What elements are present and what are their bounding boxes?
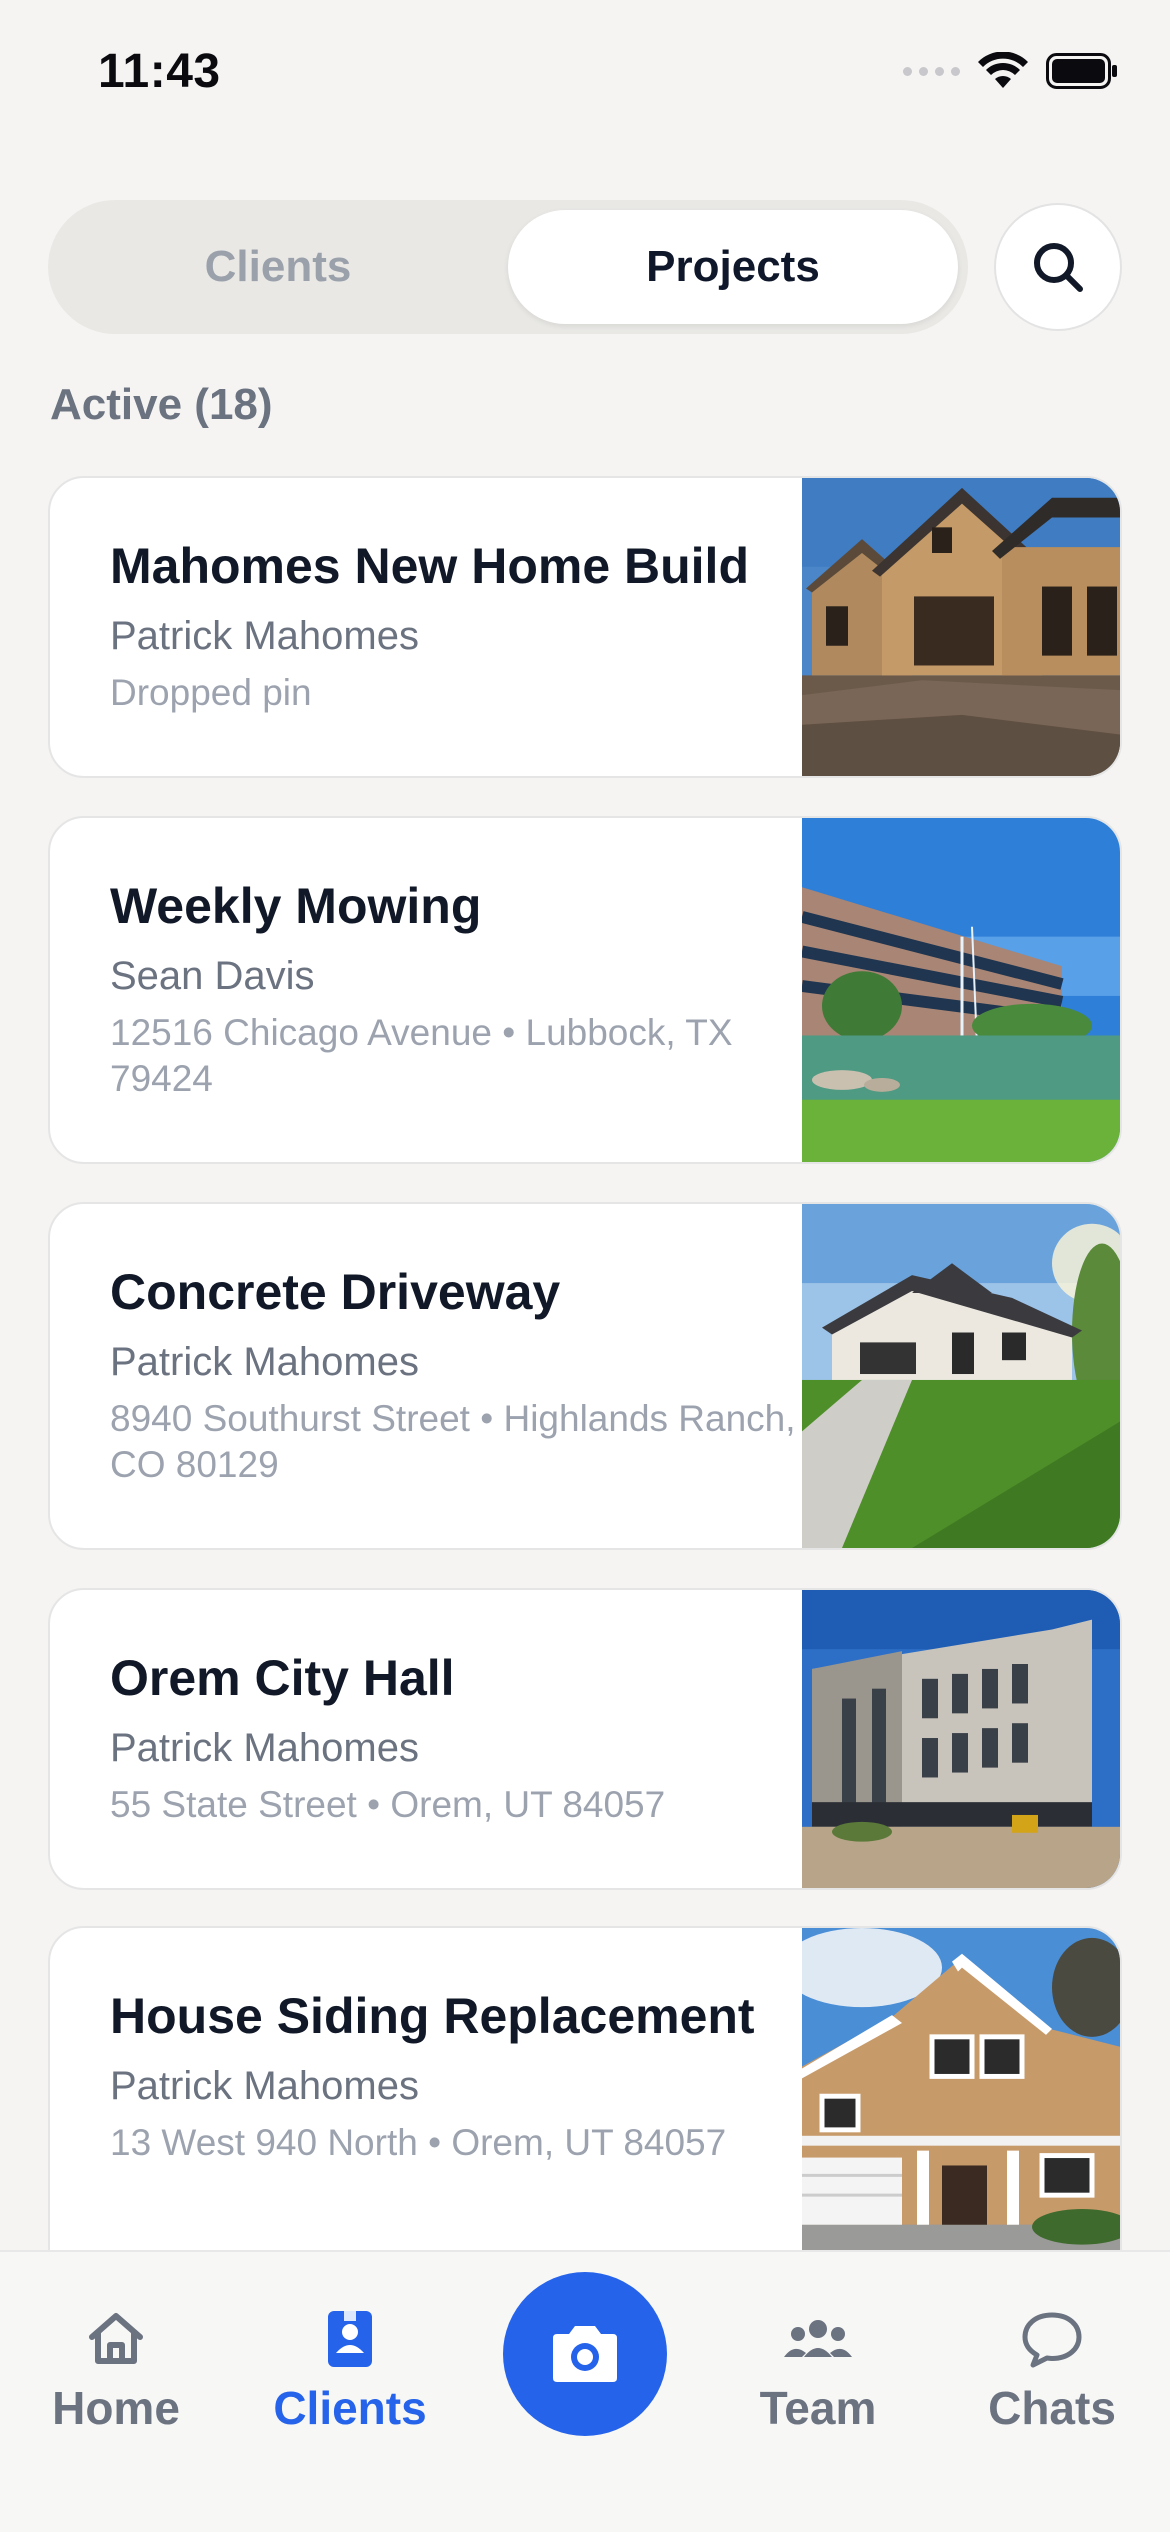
- wifi-icon: [978, 52, 1028, 88]
- project-card-text: House Siding Replacement Patrick Mahomes…: [110, 1986, 810, 2166]
- project-client: Sean Davis: [110, 954, 315, 998]
- project-address: 55 State Street • Orem, UT 84057: [110, 1784, 666, 1825]
- camera-icon: [553, 2326, 617, 2382]
- status-bar: 11:43: [0, 0, 1170, 140]
- project-card[interactable]: House Siding Replacement Patrick Mahomes…: [48, 1926, 1122, 2306]
- tab-clients[interactable]: Clients: [250, 2307, 450, 2435]
- battery-icon: [1046, 53, 1117, 89]
- project-card-text: Orem City Hall Patrick Mahomes 55 State …: [110, 1648, 810, 1828]
- home-icon: [89, 2313, 143, 2364]
- tab-chats-label: Chats: [988, 2382, 1116, 2434]
- active-section-label: Active (18): [50, 380, 273, 429]
- project-card[interactable]: Weekly Mowing Sean Davis 12516 Chicago A…: [48, 816, 1122, 1164]
- project-address: 12516 Chicago Avenue • Lubbock, TX 79424: [110, 1012, 733, 1100]
- status-icons: [903, 52, 1118, 90]
- cellular-signal-icon: [903, 66, 960, 76]
- project-photo-office-building-pond: [802, 818, 1120, 1162]
- project-card[interactable]: Mahomes New Home Build Patrick Mahomes D…: [48, 476, 1122, 778]
- project-card[interactable]: Concrete Driveway Patrick Mahomes 8940 S…: [48, 1202, 1122, 1550]
- project-client: Patrick Mahomes: [110, 2064, 419, 2108]
- project-address: 13 West 940 North • Orem, UT 84057: [110, 2122, 727, 2163]
- segment-projects[interactable]: Projects: [508, 210, 958, 324]
- project-title: Concrete Driveway: [110, 1264, 561, 1320]
- project-card-text: Mahomes New Home Build Patrick Mahomes D…: [110, 536, 810, 716]
- camera-button[interactable]: [503, 2272, 667, 2436]
- bottom-tab-bar: Home Clients Team Chats: [0, 2250, 1170, 2532]
- project-client: Patrick Mahomes: [110, 1340, 419, 1384]
- tab-team-label: Team: [759, 2382, 877, 2434]
- project-title: Weekly Mowing: [110, 878, 482, 934]
- contacts-book-icon: [328, 2311, 372, 2367]
- project-photo-house-under-construction: [802, 478, 1120, 776]
- tab-team[interactable]: Team: [718, 2307, 918, 2435]
- project-client: Patrick Mahomes: [110, 614, 419, 658]
- project-title: Mahomes New Home Build: [110, 538, 749, 594]
- search-button[interactable]: [994, 203, 1122, 331]
- project-card[interactable]: Orem City Hall Patrick Mahomes 55 State …: [48, 1588, 1122, 1890]
- clients-projects-segmented-control: Clients Projects: [48, 200, 968, 334]
- screen: 11:43 Clients Projects Active (18) Mahom…: [0, 0, 1170, 2532]
- tab-home-label: Home: [52, 2382, 180, 2434]
- project-address: 8940 Southurst Street • Highlands Ranch,…: [110, 1398, 796, 1486]
- chat-bubble-icon: [1022, 2312, 1082, 2368]
- project-client: Patrick Mahomes: [110, 1726, 419, 1770]
- segment-clients[interactable]: Clients: [58, 210, 498, 324]
- project-card-text: Concrete Driveway Patrick Mahomes 8940 S…: [110, 1262, 810, 1489]
- project-title: House Siding Replacement: [110, 1988, 755, 2044]
- project-photo-house-siding: [802, 1928, 1120, 2304]
- project-address: Dropped pin: [110, 672, 312, 713]
- status-time: 11:43: [98, 45, 221, 98]
- project-card-text: Weekly Mowing Sean Davis 12516 Chicago A…: [110, 876, 810, 1103]
- tab-home[interactable]: Home: [16, 2307, 216, 2435]
- project-title: Orem City Hall: [110, 1650, 455, 1706]
- tab-chats[interactable]: Chats: [952, 2307, 1152, 2435]
- project-photo-house-with-driveway: [802, 1204, 1120, 1548]
- search-icon: [1034, 243, 1083, 292]
- tab-clients-label: Clients: [273, 2382, 427, 2434]
- team-icon: [784, 2320, 852, 2357]
- project-photo-modern-building-construction: [802, 1590, 1120, 1888]
